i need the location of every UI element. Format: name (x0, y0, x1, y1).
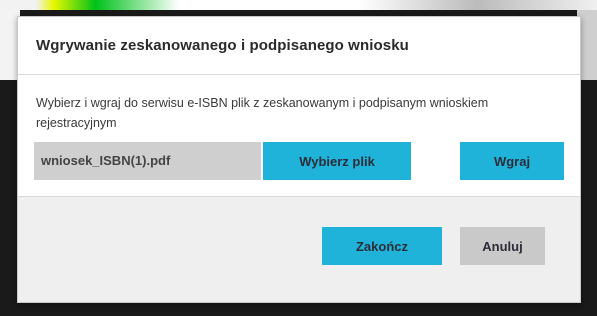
dialog-body: Wybierz i wgraj do serwisu e-ISBN plik z… (18, 75, 580, 197)
choose-file-button[interactable]: Wybierz plik (263, 142, 411, 180)
upload-row: wniosek_ISBN(1).pdf Wybierz plik Wgraj (34, 142, 564, 180)
upload-button[interactable]: Wgraj (460, 142, 564, 180)
finish-button[interactable]: Zakończ (322, 227, 442, 265)
dialog-footer: Zakończ Anuluj (18, 197, 580, 302)
dialog-header: Wgrywanie zeskanowanego i podpisanego wn… (18, 17, 580, 75)
upload-dialog: Wgrywanie zeskanowanego i podpisanego wn… (17, 16, 581, 303)
dialog-description: Wybierz i wgraj do serwisu e-ISBN plik z… (36, 96, 489, 130)
cancel-button[interactable]: Anuluj (460, 227, 545, 265)
selected-file-field[interactable]: wniosek_ISBN(1).pdf (34, 142, 261, 180)
background-page-strip (0, 0, 597, 10)
dialog-title: Wgrywanie zeskanowanego i podpisanego wn… (36, 37, 409, 54)
